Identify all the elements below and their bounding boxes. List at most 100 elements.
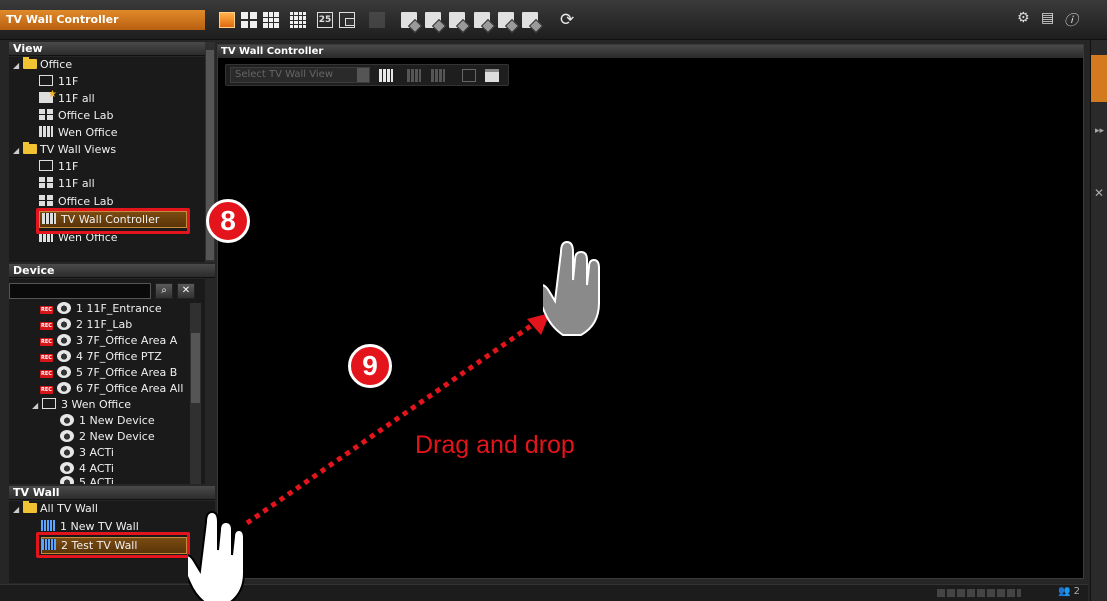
layout-25-button[interactable]: 25 <box>317 12 333 28</box>
camera-icon <box>60 462 74 474</box>
rec-badge: REC <box>40 322 53 330</box>
online-users: 👥 2 <box>1058 586 1081 597</box>
nvr-icon <box>42 398 56 409</box>
set-default-view-icon[interactable] <box>522 12 538 28</box>
info-icon[interactable]: ⓘ <box>1064 10 1078 30</box>
device-item[interactable]: 3 ACTi <box>60 445 114 461</box>
quad-view-icon <box>39 195 53 206</box>
document-icon[interactable]: ▤ <box>1041 10 1054 26</box>
edit-view-icon[interactable] <box>401 12 417 28</box>
tree-item-11f-all[interactable]: 11F all <box>39 87 95 107</box>
add-monitor-icon[interactable] <box>407 69 421 82</box>
device-scroll-thumb[interactable] <box>191 333 200 403</box>
highlight-box-step-8 <box>36 208 190 234</box>
multi-view-icon <box>39 126 53 137</box>
folder-icon <box>23 142 37 154</box>
rec-badge: REC <box>40 338 53 346</box>
tv-wall-view-select[interactable]: Select TV Wall View <box>230 67 370 83</box>
search-icon[interactable]: ⌕ <box>155 283 173 299</box>
layout-4x4-icon[interactable] <box>290 12 306 28</box>
layout-3x3-icon[interactable] <box>263 12 279 28</box>
dome-camera-icon <box>57 318 71 330</box>
device-item[interactable]: REC 2 11F_Lab <box>40 317 132 333</box>
rec-badge: REC <box>40 354 53 362</box>
device-item[interactable]: REC 6 7F_Office Area All <box>40 381 183 397</box>
layout-2x2-icon[interactable] <box>241 12 257 28</box>
float-window-icon[interactable] <box>339 12 355 28</box>
tree-item-wen-office[interactable]: Wen Office <box>39 125 118 141</box>
highlight-box-step-9 <box>36 532 190 558</box>
device-panel-header: Device <box>9 264 215 278</box>
view-panel-header: View <box>9 42 205 56</box>
device-item[interactable]: 2 New Device <box>60 429 155 445</box>
settings-gear-icon[interactable]: ⚙ <box>1017 10 1030 26</box>
window-icon[interactable] <box>485 69 499 82</box>
rec-badge: REC <box>40 370 53 378</box>
channel-icon <box>369 12 385 28</box>
camera-icon <box>60 476 74 484</box>
rename-view-icon[interactable] <box>474 12 490 28</box>
layout-1x1-icon[interactable] <box>219 12 235 28</box>
clear-view-icon[interactable] <box>462 69 476 82</box>
quad-view-icon <box>39 177 53 188</box>
device-item[interactable]: REC 5 7F_Office Area B <box>40 365 177 381</box>
device-item[interactable]: 4 ACTi <box>60 461 114 477</box>
device-item[interactable]: 5 ACTi <box>60 476 114 484</box>
device-group-wen-office[interactable]: ◢ 3 Wen Office <box>32 397 131 413</box>
device-item[interactable]: REC 1 11F_Entrance <box>40 301 162 317</box>
sync-icon[interactable]: ⟳ <box>560 10 574 30</box>
add-view-icon[interactable] <box>425 12 441 28</box>
device-item[interactable]: 1 New Device <box>60 413 155 429</box>
camera-icon <box>60 414 74 426</box>
dome-camera-icon <box>57 366 71 378</box>
folder-icon <box>23 501 37 513</box>
device-search-input[interactable] <box>9 283 151 299</box>
remove-monitor-icon[interactable] <box>431 69 445 82</box>
tree-item-all-tv-wall[interactable]: ◢ All TV Wall <box>13 501 98 517</box>
tree-item-office[interactable]: ◢ Office <box>13 57 72 73</box>
tree-item-11f[interactable]: 11F <box>39 159 78 175</box>
rec-badge: REC <box>40 306 53 314</box>
main-view-title: TV Wall Controller <box>218 45 1083 58</box>
step-8-badge: 8 <box>206 199 250 243</box>
drag-hand-icon <box>188 510 245 601</box>
ptz-camera-icon <box>57 350 71 362</box>
drag-arrow <box>245 313 550 526</box>
tv-wall-settings-icon[interactable] <box>379 69 393 82</box>
folder-icon <box>23 57 37 69</box>
top-toolbar: TV Wall Controller 25 ⟳ ⚙ ▤ ⓘ <box>0 0 1107 40</box>
bullet-camera-icon <box>57 382 71 394</box>
single-view-icon <box>39 160 53 171</box>
camera-icon <box>60 430 74 442</box>
star-view-icon <box>39 87 57 103</box>
drag-and-drop-label: Drag and drop <box>415 431 575 459</box>
tree-item-11f-all[interactable]: 11F all <box>39 176 95 192</box>
volume-slider[interactable] <box>937 589 1021 597</box>
close-icon[interactable]: ✕ <box>177 283 195 299</box>
tools-icon[interactable]: ✕ <box>1094 186 1104 200</box>
save-view-icon[interactable] <box>498 12 514 28</box>
camera-icon <box>60 446 74 458</box>
app-title: TV Wall Controller <box>0 10 205 30</box>
single-view-icon <box>39 75 53 86</box>
device-item[interactable]: REC 4 7F_Office PTZ <box>40 349 162 365</box>
quad-view-icon <box>39 109 53 120</box>
device-scrollbar[interactable] <box>190 303 201 484</box>
dome-camera-icon <box>57 302 71 314</box>
expand-icon[interactable]: ▸▸ <box>1095 126 1104 136</box>
status-bar: 👥 2 <box>0 584 1088 601</box>
drop-hand-icon <box>543 240 600 336</box>
device-item[interactable]: REC 3 7F_Office Area A <box>40 333 177 349</box>
dome-camera-icon <box>57 334 71 346</box>
rec-badge: REC <box>40 386 53 394</box>
tree-item-office-lab[interactable]: Office Lab <box>39 108 113 124</box>
delete-view-icon[interactable] <box>449 12 465 28</box>
tree-item-11f[interactable]: 11F <box>39 74 78 90</box>
app-window: TV Wall Controller 25 ⟳ ⚙ ▤ ⓘ View ◢ Offi… <box>0 0 1107 601</box>
eye-icon[interactable] <box>1091 55 1107 102</box>
chevron-down-icon <box>357 68 369 82</box>
tv-wall-icon <box>41 520 55 531</box>
tree-item-tv-wall-views[interactable]: ◢ TV Wall Views <box>13 142 116 158</box>
tvwall-panel-header: TV Wall <box>9 486 215 500</box>
view-toolbar: Select TV Wall View <box>225 64 509 86</box>
